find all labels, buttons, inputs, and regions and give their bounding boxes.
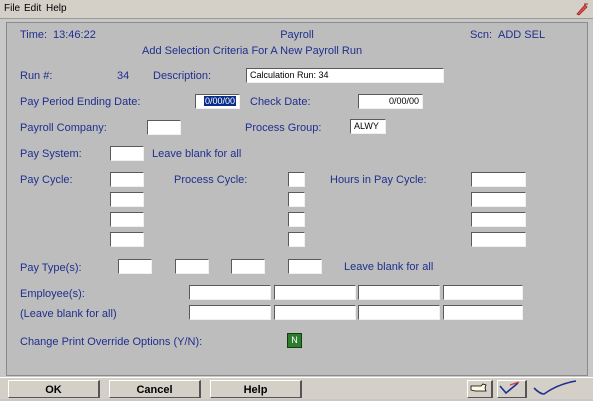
run-label: Run #:	[20, 70, 53, 82]
pen-check-icon[interactable]	[497, 380, 527, 398]
help-button[interactable]: Help	[210, 380, 302, 398]
print-override-field[interactable]: N	[287, 333, 302, 348]
cancel-button[interactable]: Cancel	[109, 380, 201, 398]
pay-type-field-4[interactable]	[288, 259, 322, 274]
payroll-company-label: Payroll Company:	[20, 122, 107, 134]
pay-type-field-2[interactable]	[175, 259, 209, 274]
check-date-label: Check Date:	[250, 96, 311, 108]
hours-field-3[interactable]	[471, 212, 526, 227]
pay-type-field-3[interactable]	[231, 259, 265, 274]
pay-cycle-field-3[interactable]	[110, 212, 144, 227]
pay-system-field[interactable]	[110, 146, 144, 161]
pay-types-label: Pay Type(s):	[20, 262, 82, 274]
pay-cycle-label: Pay Cycle:	[20, 174, 73, 186]
pay-types-hint: Leave blank for all	[344, 261, 434, 273]
hours-field-2[interactable]	[471, 192, 526, 207]
pay-type-field-1[interactable]	[118, 259, 152, 274]
button-bar: OK Cancel Help	[0, 377, 593, 399]
scn-label: Scn:	[470, 29, 493, 41]
pay-cycle-field-4[interactable]	[110, 232, 144, 247]
page-subtitle: Add Selection Criteria For A New Payroll…	[142, 45, 363, 57]
pay-cycle-field-1[interactable]	[110, 172, 144, 187]
employees-label: Employee(s):	[20, 288, 85, 300]
process-group-field[interactable]: ALWY	[350, 119, 386, 134]
ok-button[interactable]: OK	[8, 380, 100, 398]
pay-cycle-field-2[interactable]	[110, 192, 144, 207]
checkmark-glyph	[533, 380, 577, 395]
hand-point-glyph	[470, 383, 487, 392]
main-panel: Time: 13:46:22 Payroll Add Selection Cri…	[6, 22, 588, 376]
pen-icon[interactable]	[575, 2, 589, 16]
pay-system-label: Pay System:	[20, 148, 82, 160]
pay-period-field[interactable]: 0/00/00	[195, 94, 240, 109]
employee-field-6[interactable]	[274, 305, 356, 320]
print-override-label: Change Print Override Options (Y/N):	[20, 336, 203, 348]
employee-field-5[interactable]	[189, 305, 271, 320]
pay-system-hint: Leave blank for all	[152, 148, 242, 160]
menu-file[interactable]: File	[4, 3, 20, 14]
time-value: 13:46:22	[53, 29, 96, 41]
menu-edit[interactable]: Edit	[24, 3, 41, 14]
menu-bar: File Edit Help	[0, 0, 593, 19]
time-label: Time:	[20, 29, 48, 41]
employee-field-7[interactable]	[358, 305, 440, 320]
hours-label: Hours in Pay Cycle:	[330, 174, 427, 186]
check-date-field[interactable]: 0/00/00	[358, 94, 423, 109]
pay-period-value: 0/00/00	[203, 96, 236, 106]
employee-field-3[interactable]	[358, 285, 440, 300]
process-cycle-field-4[interactable]	[288, 232, 305, 247]
hours-field-1[interactable]	[471, 172, 526, 187]
process-cycle-field-1[interactable]	[288, 172, 305, 187]
employee-field-8[interactable]	[443, 305, 523, 320]
description-label: Description:	[153, 70, 212, 82]
employee-field-1[interactable]	[189, 285, 271, 300]
description-field[interactable]: Calculation Run: 34	[246, 68, 444, 83]
scn-value: ADD SEL	[498, 29, 546, 41]
app-title: Payroll	[280, 29, 314, 41]
employees-hint: (Leave blank for all)	[20, 308, 117, 320]
run-value: 34	[117, 70, 130, 82]
hours-field-4[interactable]	[471, 232, 526, 247]
employee-field-2[interactable]	[274, 285, 356, 300]
hand-point-icon[interactable]	[467, 380, 493, 398]
checkmark-icon[interactable]	[530, 380, 585, 398]
payroll-company-field[interactable]	[147, 120, 181, 135]
process-cycle-label: Process Cycle:	[174, 174, 248, 186]
pay-period-label: Pay Period Ending Date:	[20, 96, 141, 108]
pen-check-glyph	[499, 381, 520, 395]
process-cycle-field-3[interactable]	[288, 212, 305, 227]
employee-field-4[interactable]	[443, 285, 523, 300]
process-group-label: Process Group:	[245, 122, 322, 134]
process-cycle-field-2[interactable]	[288, 192, 305, 207]
menu-help[interactable]: Help	[46, 3, 67, 14]
